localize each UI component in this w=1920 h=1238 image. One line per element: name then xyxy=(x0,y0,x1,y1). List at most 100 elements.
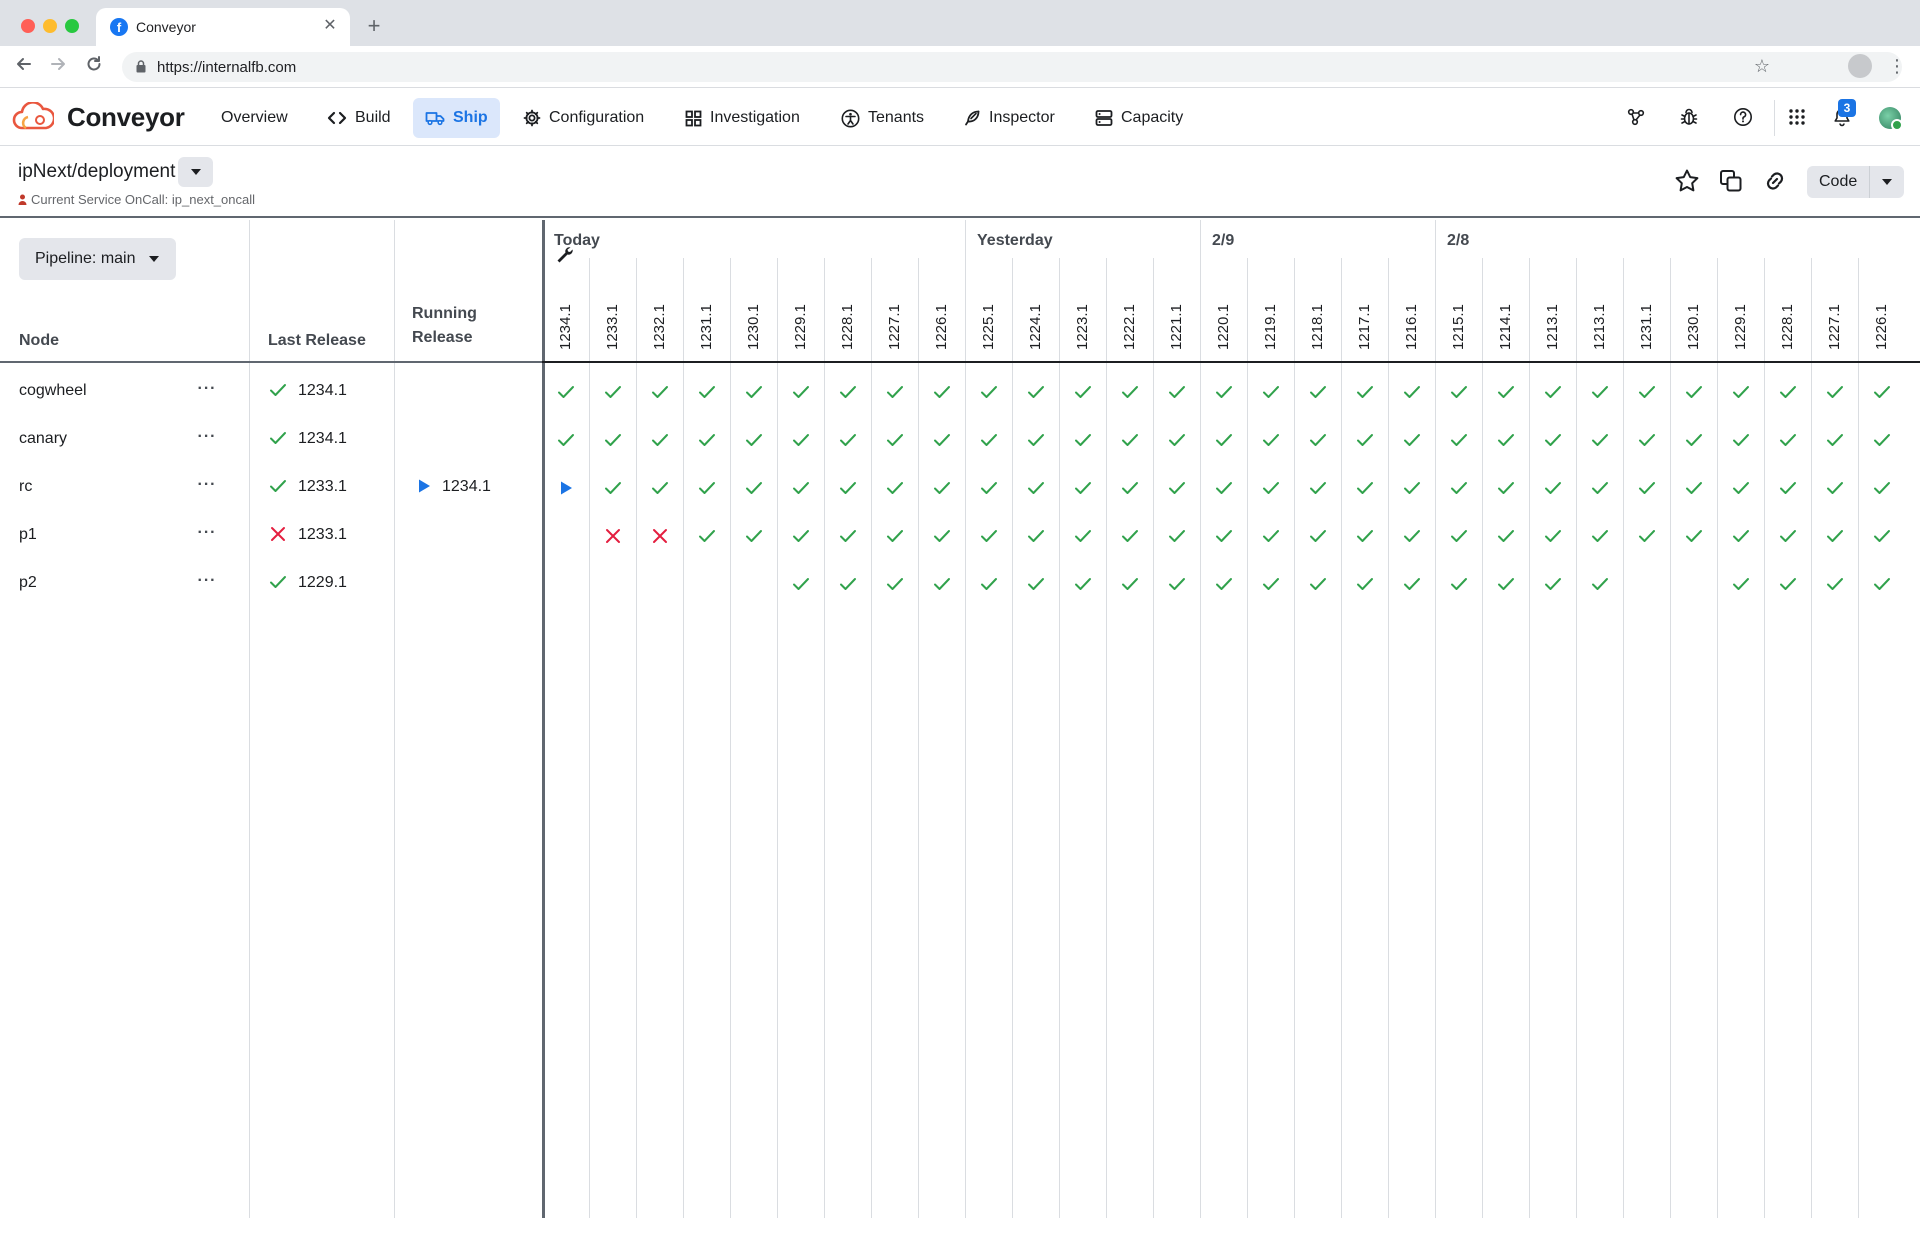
version-column-header[interactable]: 1230.1 xyxy=(1670,266,1717,358)
nav-inspector[interactable]: Inspector xyxy=(951,98,1067,138)
more-options-icon[interactable]: ··· xyxy=(196,428,218,448)
release-status-cell[interactable] xyxy=(1576,416,1623,464)
release-status-cell[interactable] xyxy=(1482,416,1529,464)
nav-overview[interactable]: Overview xyxy=(209,98,300,138)
release-status-cell[interactable] xyxy=(1435,512,1482,560)
release-status-cell[interactable] xyxy=(965,368,1012,416)
release-status-cell[interactable] xyxy=(1529,464,1576,512)
release-status-cell[interactable] xyxy=(1623,416,1670,464)
release-status-cell[interactable] xyxy=(824,512,871,560)
version-column-header[interactable]: 1231.1 xyxy=(683,266,730,358)
release-status-cell[interactable] xyxy=(1670,368,1717,416)
release-status-cell[interactable] xyxy=(1247,512,1294,560)
release-status-cell[interactable] xyxy=(1435,416,1482,464)
version-column-header[interactable]: 1214.1 xyxy=(1482,266,1529,358)
release-status-cell[interactable] xyxy=(730,512,777,560)
release-status-cell[interactable] xyxy=(1106,368,1153,416)
release-status-cell[interactable] xyxy=(1106,416,1153,464)
release-status-cell[interactable] xyxy=(636,464,683,512)
release-status-cell[interactable] xyxy=(1012,368,1059,416)
release-status-cell[interactable] xyxy=(1012,512,1059,560)
bookmark-star-icon[interactable]: ☆ xyxy=(1754,56,1770,77)
release-status-cell[interactable] xyxy=(1811,560,1858,608)
more-options-icon[interactable]: ··· xyxy=(196,524,218,544)
release-status-cell[interactable] xyxy=(871,464,918,512)
favorite-star-icon[interactable] xyxy=(1672,166,1702,196)
release-status-cell[interactable] xyxy=(871,416,918,464)
release-status-cell[interactable] xyxy=(1341,560,1388,608)
release-status-cell[interactable] xyxy=(1059,560,1106,608)
release-status-cell[interactable] xyxy=(1012,416,1059,464)
copy-icon[interactable] xyxy=(1716,166,1746,196)
help-icon[interactable] xyxy=(1731,105,1755,129)
nav-build[interactable]: Build xyxy=(315,98,403,138)
version-column-header[interactable]: 1229.1 xyxy=(777,266,824,358)
release-status-cell[interactable] xyxy=(1294,512,1341,560)
release-status-cell[interactable] xyxy=(777,368,824,416)
version-column-header[interactable]: 1231.1 xyxy=(1623,266,1670,358)
release-status-cell[interactable] xyxy=(965,464,1012,512)
release-status-cell[interactable] xyxy=(1153,368,1200,416)
link-icon[interactable] xyxy=(1760,166,1790,196)
nav-investigation[interactable]: Investigation xyxy=(673,98,812,138)
node-row[interactable]: p2 ··· 1229.1 xyxy=(0,560,542,608)
release-status-cell[interactable] xyxy=(1106,560,1153,608)
release-status-cell[interactable] xyxy=(542,368,589,416)
bug-icon[interactable] xyxy=(1677,105,1701,129)
nav-capacity[interactable]: Capacity xyxy=(1083,98,1195,138)
version-column-header[interactable]: 1216.1 xyxy=(1388,266,1435,358)
version-column-header[interactable]: 1228.1 xyxy=(1764,266,1811,358)
release-status-cell[interactable] xyxy=(730,416,777,464)
window-minimize-button[interactable] xyxy=(43,19,57,33)
version-column-header[interactable]: 1233.1 xyxy=(589,266,636,358)
release-status-cell[interactable] xyxy=(1200,560,1247,608)
release-status-cell[interactable] xyxy=(1388,560,1435,608)
release-status-cell[interactable] xyxy=(965,416,1012,464)
back-arrow-icon[interactable] xyxy=(12,55,36,79)
version-column-header[interactable]: 1221.1 xyxy=(1153,266,1200,358)
user-avatar[interactable] xyxy=(1879,107,1903,131)
node-row[interactable]: p1 ··· 1233.1 xyxy=(0,512,542,560)
release-status-cell[interactable] xyxy=(1576,368,1623,416)
release-status-cell[interactable] xyxy=(636,416,683,464)
release-status-cell[interactable] xyxy=(824,560,871,608)
release-status-cell[interactable] xyxy=(1012,464,1059,512)
release-status-cell[interactable] xyxy=(1200,464,1247,512)
release-status-cell[interactable] xyxy=(1576,560,1623,608)
release-status-cell[interactable] xyxy=(1294,368,1341,416)
release-status-cell[interactable] xyxy=(730,368,777,416)
release-status-cell[interactable] xyxy=(1200,512,1247,560)
release-status-cell[interactable] xyxy=(1435,560,1482,608)
release-status-cell[interactable] xyxy=(1811,464,1858,512)
release-status-cell[interactable] xyxy=(871,560,918,608)
release-status-cell[interactable] xyxy=(1435,464,1482,512)
release-status-cell[interactable] xyxy=(777,560,824,608)
release-status-cell[interactable] xyxy=(1247,464,1294,512)
release-status-cell[interactable] xyxy=(965,560,1012,608)
release-status-cell[interactable] xyxy=(1482,464,1529,512)
nav-configuration[interactable]: Configuration xyxy=(511,98,656,138)
release-status-cell[interactable] xyxy=(683,464,730,512)
release-status-cell[interactable] xyxy=(1529,416,1576,464)
release-status-cell[interactable] xyxy=(871,512,918,560)
release-status-cell[interactable] xyxy=(1576,512,1623,560)
release-status-cell[interactable] xyxy=(824,416,871,464)
release-status-cell[interactable] xyxy=(1247,416,1294,464)
release-status-cell[interactable] xyxy=(1388,416,1435,464)
release-status-cell[interactable] xyxy=(777,512,824,560)
release-status-cell[interactable] xyxy=(918,512,965,560)
release-status-cell[interactable] xyxy=(1717,512,1764,560)
browser-menu-icon[interactable]: ⋮ xyxy=(1888,54,1906,78)
release-status-cell[interactable] xyxy=(1858,416,1905,464)
release-status-cell[interactable] xyxy=(1529,368,1576,416)
release-status-cell[interactable] xyxy=(1059,368,1106,416)
version-column-header[interactable]: 1227.1 xyxy=(1811,266,1858,358)
release-status-cell[interactable] xyxy=(1576,464,1623,512)
version-column-header[interactable]: 1232.1 xyxy=(636,266,683,358)
release-status-cell[interactable] xyxy=(1341,368,1388,416)
version-column-header[interactable]: 1226.1 xyxy=(1858,266,1905,358)
release-status-cell[interactable] xyxy=(1435,368,1482,416)
release-status-cell[interactable] xyxy=(1764,368,1811,416)
release-status-cell[interactable] xyxy=(683,368,730,416)
release-status-cell[interactable] xyxy=(636,512,683,560)
